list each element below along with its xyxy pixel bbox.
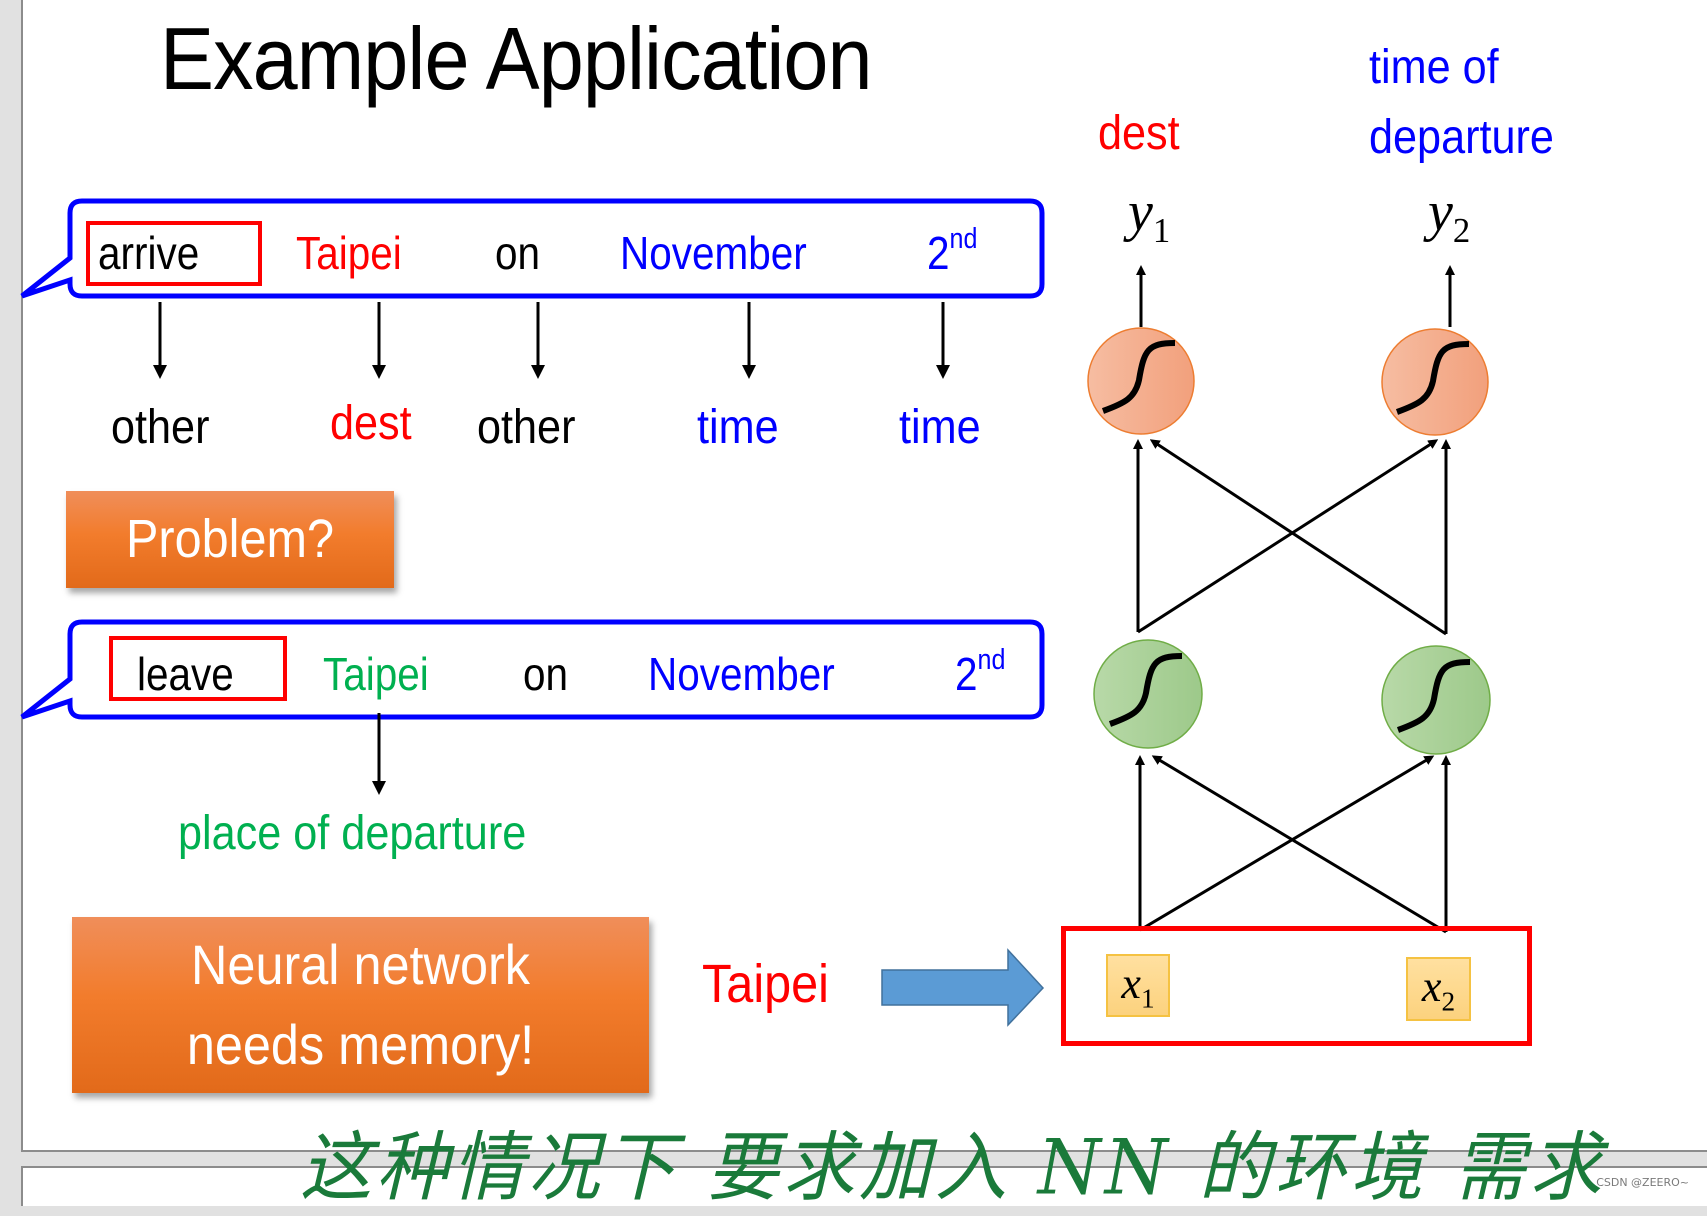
slot-label-4: time: [697, 401, 779, 454]
word-on-2: on: [523, 648, 569, 700]
memory-callout-line1: Neural network: [191, 933, 530, 996]
hidden-neuron-1: [1093, 639, 1203, 749]
word-2nd: 2nd: [927, 222, 978, 279]
output-label-time-of: time of: [1369, 41, 1499, 94]
output-y1: y1: [1128, 181, 1171, 251]
slot-label-5: time: [899, 401, 981, 454]
block-arrow-icon: [881, 948, 1045, 1027]
handwritten-note: 这种情况下 要求加入 NN 的环境 需求: [300, 1123, 1606, 1212]
watermark: CSDN @ZEERO~: [1596, 1176, 1689, 1189]
input-word-taipei: Taipei: [702, 954, 829, 1014]
edge-h1-o2: [1137, 439, 1439, 634]
slide-title: Example Application: [160, 9, 873, 108]
edge-x1-h2: [1139, 755, 1435, 932]
output-neuron-2: [1381, 328, 1489, 436]
output-neuron-1: [1087, 327, 1195, 435]
input-x2: x2: [1406, 957, 1471, 1021]
word-leave: leave: [137, 648, 234, 700]
word-taipei: Taipei: [296, 227, 402, 279]
memory-callout: Neural network needs memory!: [72, 917, 649, 1093]
word-2nd-2: 2nd: [955, 643, 1006, 700]
output-label-dest: dest: [1098, 107, 1180, 160]
word-november-2: November: [648, 648, 835, 700]
slot-label-place-of-departure: place of departure: [178, 807, 527, 860]
edge-x2-h1: [1151, 755, 1447, 934]
word-november: November: [620, 227, 807, 279]
word-on: on: [495, 227, 541, 279]
problem-callout: Problem?: [66, 491, 394, 588]
output-label-departure: departure: [1369, 111, 1554, 164]
slot-label-3: other: [477, 401, 576, 454]
slot-label-2: dest: [330, 397, 412, 450]
edge-h2-o1: [1149, 439, 1447, 636]
slot-label-1: other: [111, 401, 210, 454]
word-taipei-2: Taipei: [323, 648, 429, 700]
memory-callout-line2: needs memory!: [186, 1013, 535, 1076]
output-y2: y2: [1428, 181, 1471, 251]
input-x1: x1: [1106, 954, 1170, 1017]
word-arrive: arrive: [98, 227, 200, 279]
hidden-neuron-2: [1381, 645, 1491, 755]
